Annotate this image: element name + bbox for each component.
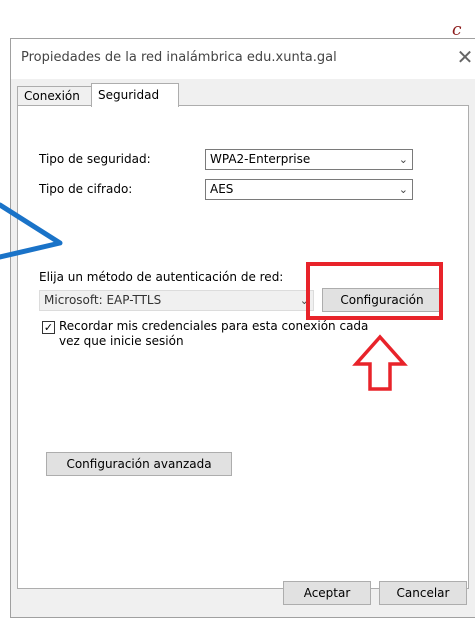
security-type-select[interactable]: WPA2-Enterprise ⌄: [205, 149, 413, 170]
checkmark-icon: ✓: [43, 321, 54, 334]
remember-credentials-label-line2: vez que inicie sesión: [59, 334, 184, 348]
advanced-settings-button[interactable]: Configuración avanzada: [46, 452, 232, 476]
auth-method-value: Microsoft: EAP-TTLS: [44, 293, 162, 307]
tab-seguridad[interactable]: Seguridad: [91, 83, 179, 107]
cancel-button[interactable]: Cancelar: [379, 581, 467, 605]
remember-credentials-checkbox[interactable]: ✓: [42, 321, 55, 334]
auth-method-select[interactable]: Microsoft: EAP-TTLS ⌄: [39, 290, 314, 311]
stray-annotation-letter: c: [452, 20, 462, 40]
cipher-type-label: Tipo de cifrado:: [39, 182, 133, 196]
auth-method-label: Elija un método de autenticación de red:: [39, 270, 284, 284]
accept-button[interactable]: Aceptar: [283, 581, 371, 605]
title-bar: Propiedades de la red inalámbrica edu.xu…: [11, 39, 475, 79]
pointer-chevron-icon: [0, 202, 63, 260]
security-type-label: Tipo de seguridad:: [39, 152, 151, 166]
wireless-properties-dialog: Propiedades de la red inalámbrica edu.xu…: [10, 38, 475, 618]
security-type-value: WPA2-Enterprise: [210, 152, 311, 166]
cipher-type-select[interactable]: AES ⌄: [205, 179, 413, 200]
highlight-box: [306, 262, 443, 320]
window-title: Propiedades de la red inalámbrica edu.xu…: [21, 50, 337, 65]
tab-conexion[interactable]: Conexión: [17, 86, 97, 106]
chevron-down-icon: ⌄: [398, 153, 408, 166]
remember-credentials-label: Recordar mis credenciales para esta cone…: [59, 319, 369, 333]
close-icon[interactable]: ✕: [451, 43, 475, 71]
cipher-type-value: AES: [210, 182, 234, 196]
chevron-down-icon: ⌄: [398, 183, 408, 196]
up-arrow-icon: [352, 334, 408, 391]
